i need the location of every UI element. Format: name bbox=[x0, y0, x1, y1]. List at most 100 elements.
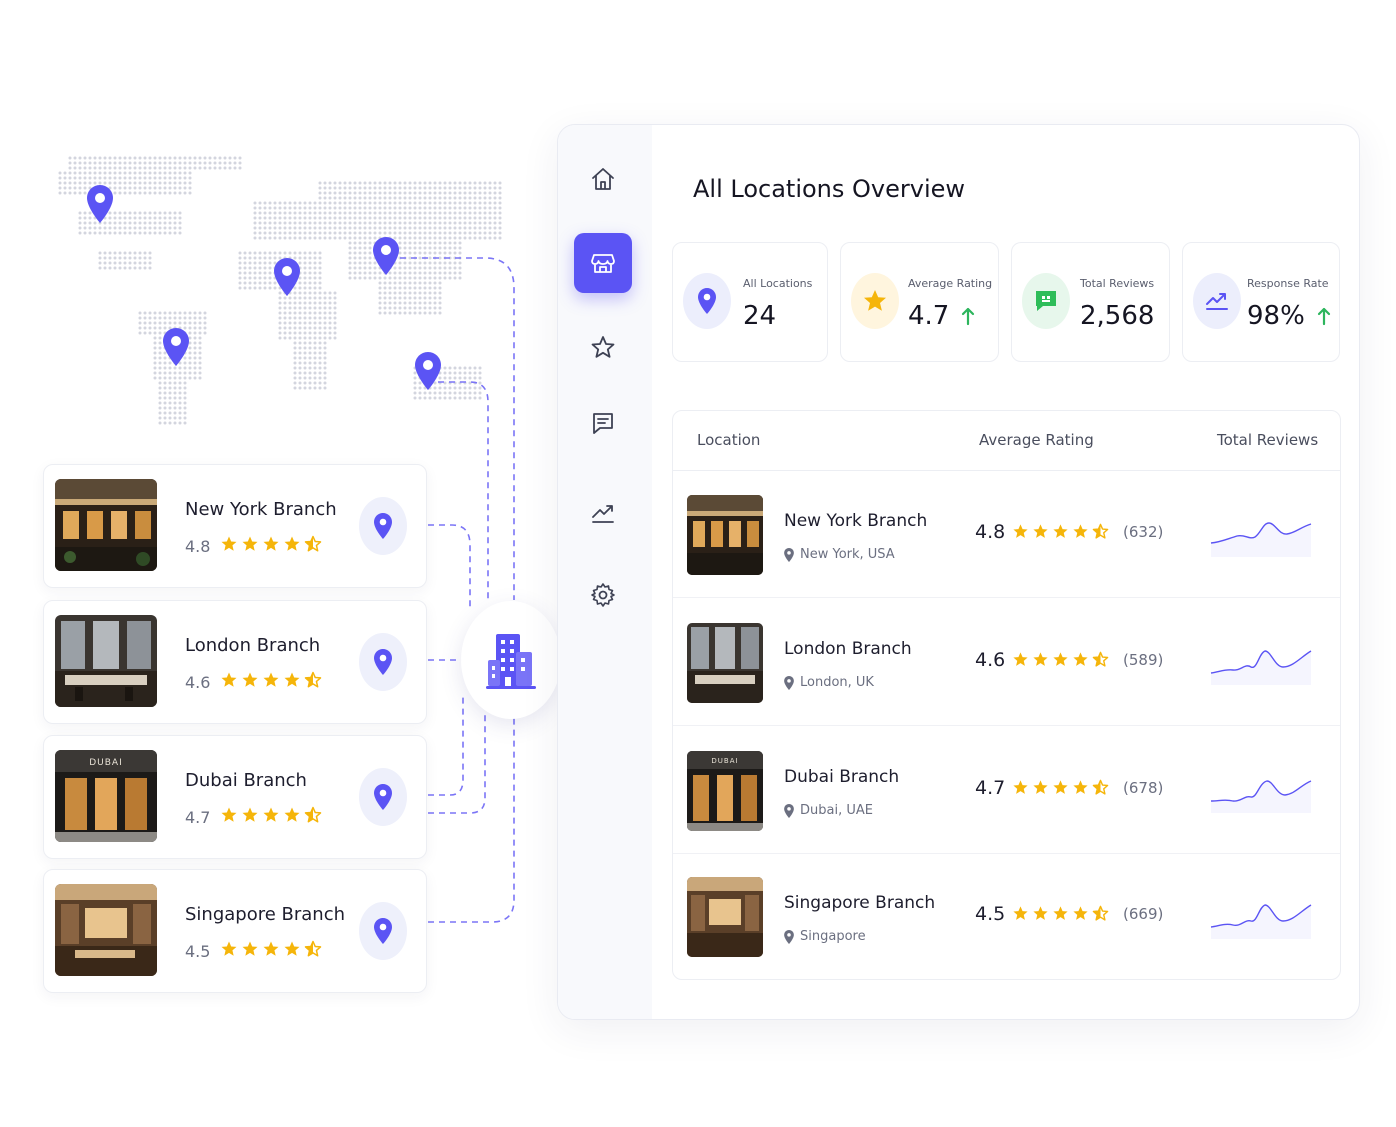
location-name: London Branch bbox=[784, 639, 912, 659]
location-rating: 4.8 bbox=[975, 521, 1006, 543]
stat-label: Average Rating bbox=[908, 277, 993, 290]
star-full-icon bbox=[1053, 906, 1068, 920]
stat-value: 2,568 bbox=[1080, 301, 1154, 331]
star-full-icon bbox=[284, 672, 300, 687]
star-rating bbox=[1012, 523, 1109, 540]
branch-photo-new-york bbox=[55, 479, 157, 571]
location-address: Dubai, UAE bbox=[784, 803, 873, 818]
star-full-icon bbox=[284, 941, 300, 956]
star-full-icon bbox=[242, 807, 258, 822]
location-pin-button[interactable] bbox=[359, 768, 407, 826]
stat-value: 98% bbox=[1247, 301, 1331, 331]
column-header-location[interactable]: Location bbox=[697, 431, 760, 449]
settings-icon[interactable] bbox=[574, 565, 632, 625]
star-full-icon bbox=[1053, 524, 1068, 538]
sparkline-chart bbox=[1210, 904, 1312, 939]
location-name: Singapore Branch bbox=[784, 893, 936, 913]
location-city: Dubai, UAE bbox=[800, 803, 873, 818]
location-pin-icon bbox=[784, 547, 794, 562]
review-count: (669) bbox=[1123, 905, 1164, 923]
branch-photo-dubai: DUBAI bbox=[55, 750, 157, 842]
star-full-icon bbox=[1033, 780, 1048, 794]
location-pin-icon bbox=[784, 803, 794, 818]
stat-card-response-rate: Response Rate 98% bbox=[1182, 242, 1340, 362]
star-icon bbox=[851, 273, 899, 329]
branch-rating: 4.7 bbox=[185, 808, 211, 827]
buildings-icon bbox=[486, 634, 536, 689]
analytics-icon[interactable] bbox=[574, 483, 632, 543]
location-pin-button[interactable] bbox=[359, 633, 407, 691]
branch-card-london[interactable]: London Branch 4.6 bbox=[43, 600, 427, 724]
stat-value: 4.7 bbox=[908, 301, 975, 331]
review-count: (678) bbox=[1123, 779, 1164, 797]
star-full-icon bbox=[263, 672, 279, 687]
table-row[interactable]: Singapore Branch Singapore 4.5 (669) bbox=[673, 853, 1340, 980]
location-pin-icon bbox=[374, 649, 392, 675]
map-pin-icon[interactable] bbox=[415, 352, 441, 390]
location-pin-icon bbox=[374, 784, 392, 810]
review-count: (632) bbox=[1123, 523, 1164, 541]
star-full-icon bbox=[1033, 906, 1048, 920]
stat-number: 2,568 bbox=[1080, 301, 1155, 331]
location-pin-icon bbox=[784, 929, 794, 944]
branch-card-singapore[interactable]: Singapore Branch 4.5 bbox=[43, 869, 427, 993]
sparkline-chart bbox=[1210, 522, 1312, 557]
star-full-icon bbox=[1073, 906, 1088, 920]
store-icon[interactable] bbox=[574, 233, 632, 293]
branch-photo-singapore bbox=[55, 884, 157, 976]
star-rating bbox=[220, 940, 322, 958]
location-city: Singapore bbox=[800, 929, 866, 944]
star-rating bbox=[220, 806, 322, 824]
star-full-icon bbox=[221, 672, 237, 687]
star-rating bbox=[220, 535, 322, 553]
column-header-average-rating[interactable]: Average Rating bbox=[979, 431, 1094, 449]
map-pin-icon[interactable] bbox=[274, 258, 300, 296]
location-rating: 4.6 bbox=[975, 649, 1006, 671]
home-icon[interactable] bbox=[574, 149, 632, 209]
stat-number: 98% bbox=[1247, 301, 1305, 331]
table-row[interactable]: London Branch London, UK 4.6 (589) bbox=[673, 599, 1340, 726]
stat-label: Response Rate bbox=[1247, 277, 1329, 290]
location-pin-icon bbox=[784, 675, 794, 690]
branch-card-dubai[interactable]: DUBAI Dubai Branch 4.7 bbox=[43, 735, 427, 859]
branch-name: London Branch bbox=[185, 635, 321, 656]
star-icon[interactable] bbox=[574, 317, 632, 377]
stat-card-total-reviews: Total Reviews 2,568 bbox=[1011, 242, 1170, 362]
location-pin-icon bbox=[374, 513, 392, 539]
star-full-icon bbox=[1013, 780, 1028, 794]
buildings-hub bbox=[461, 601, 561, 719]
map-pin-icon[interactable] bbox=[163, 328, 189, 366]
reviews-icon[interactable] bbox=[574, 393, 632, 453]
trend-icon bbox=[1193, 273, 1241, 329]
table-row[interactable]: New York Branch New York, USA 4.8 (632) bbox=[673, 471, 1340, 598]
world-map bbox=[58, 156, 502, 425]
stat-label: All Locations bbox=[743, 277, 813, 290]
location-pin-icon bbox=[683, 273, 731, 329]
star-half-icon bbox=[304, 671, 322, 688]
chat-icon bbox=[1022, 273, 1070, 329]
star-full-icon bbox=[242, 941, 258, 956]
location-city: New York, USA bbox=[800, 547, 895, 562]
star-rating bbox=[1012, 779, 1109, 796]
star-full-icon bbox=[1053, 780, 1068, 794]
location-pin-button[interactable] bbox=[359, 497, 407, 555]
star-full-icon bbox=[1033, 652, 1048, 666]
star-full-icon bbox=[242, 672, 258, 687]
star-full-icon bbox=[1073, 780, 1088, 794]
branch-name: New York Branch bbox=[185, 499, 337, 520]
star-full-icon bbox=[242, 536, 258, 551]
table-row[interactable]: DUBAI Dubai Branch Dubai, UAE 4.7 (678) bbox=[673, 727, 1340, 854]
star-rating bbox=[1012, 651, 1109, 668]
star-full-icon bbox=[1033, 524, 1048, 538]
branch-rating: 4.8 bbox=[185, 537, 211, 556]
location-address: London, UK bbox=[784, 675, 874, 690]
location-pin-button[interactable] bbox=[359, 902, 407, 960]
branch-rating: 4.5 bbox=[185, 942, 211, 961]
star-full-icon bbox=[263, 941, 279, 956]
column-header-total-reviews[interactable]: Total Reviews bbox=[1217, 431, 1318, 449]
branch-card-new-york[interactable]: New York Branch 4.8 bbox=[43, 464, 427, 588]
star-half-icon bbox=[304, 940, 322, 957]
branch-photo-london bbox=[687, 623, 763, 703]
star-full-icon bbox=[263, 536, 279, 551]
star-half-icon bbox=[1092, 651, 1109, 667]
